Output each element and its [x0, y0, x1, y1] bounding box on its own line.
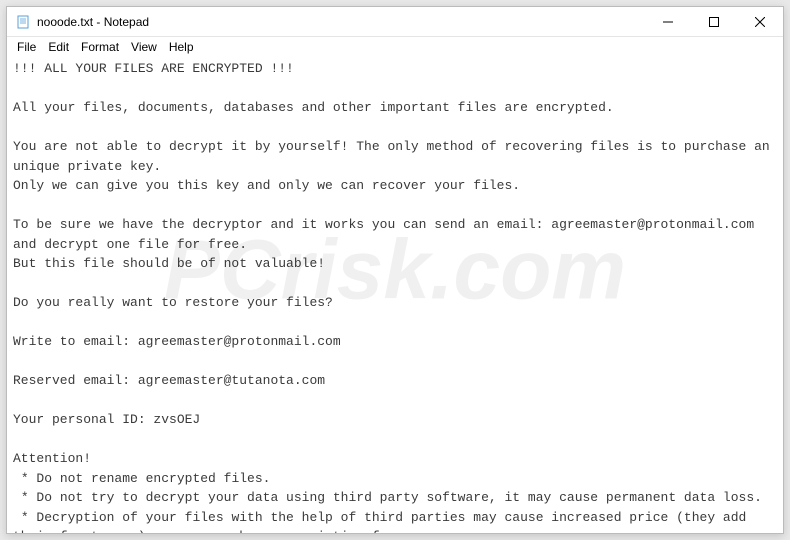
maximize-icon: [709, 17, 719, 27]
titlebar: nooode.txt - Notepad: [7, 7, 783, 37]
window-title: nooode.txt - Notepad: [37, 15, 645, 29]
maximize-button[interactable]: [691, 7, 737, 36]
menu-edit[interactable]: Edit: [42, 39, 75, 55]
notepad-icon: [15, 14, 31, 30]
menu-format[interactable]: Format: [75, 39, 125, 55]
close-button[interactable]: [737, 7, 783, 36]
notepad-window: nooode.txt - Notepad File Edit: [6, 6, 784, 534]
menubar: File Edit Format View Help: [7, 37, 783, 57]
close-icon: [755, 17, 765, 27]
text-area[interactable]: !!! ALL YOUR FILES ARE ENCRYPTED !!! All…: [7, 57, 783, 533]
menu-help[interactable]: Help: [163, 39, 200, 55]
menu-file[interactable]: File: [11, 39, 42, 55]
minimize-button[interactable]: [645, 7, 691, 36]
minimize-icon: [663, 17, 673, 27]
menu-view[interactable]: View: [125, 39, 163, 55]
window-controls: [645, 7, 783, 36]
